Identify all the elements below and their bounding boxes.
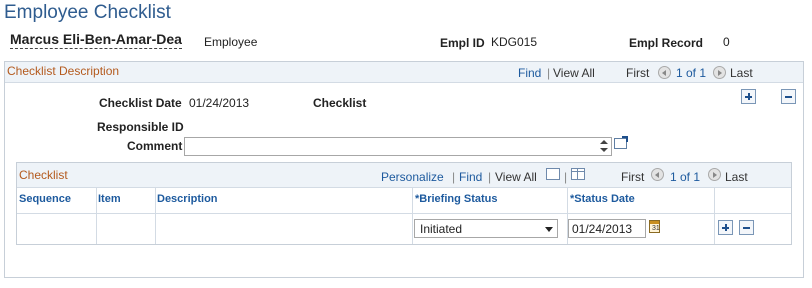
popout-icon[interactable] [546, 168, 560, 180]
column-header-briefing-status[interactable]: *Briefing Status [415, 193, 498, 205]
column-header-status-date[interactable]: *Status Date [570, 193, 635, 205]
checklist-grid: Checklist Personalize | Find | View All … [16, 162, 792, 245]
separator: | [488, 170, 492, 184]
grid-last-label[interactable]: Last [725, 170, 748, 184]
column-header-item[interactable]: Item [98, 193, 121, 205]
separator: | [547, 66, 551, 80]
page-title: Employee Checklist [4, 2, 171, 23]
grid-page-indicator: 1 of 1 [670, 170, 701, 184]
empl-record-label: Empl Record [629, 36, 704, 50]
column-header-row: Sequence Item Description *Briefing Stat… [17, 187, 791, 214]
add-grid-row-button[interactable] [718, 220, 733, 235]
personalize-link[interactable]: Personalize [381, 170, 444, 184]
group-header: Checklist Description Find | View All Fi… [5, 62, 803, 83]
grid-view-all-link[interactable]: View All [495, 170, 537, 184]
find-link[interactable]: Find [518, 66, 541, 80]
comment-scroll[interactable] [598, 138, 610, 155]
briefing-status-value: Initiated [420, 222, 463, 236]
delete-grid-row-button[interactable] [739, 220, 754, 235]
comment-label: Comment [127, 139, 183, 153]
add-row-button[interactable] [741, 89, 756, 104]
empl-record-value: 0 [723, 35, 730, 49]
group-caption: Checklist Description [7, 64, 120, 78]
minus-icon [785, 96, 792, 98]
popout-icon[interactable] [614, 136, 628, 149]
employee-name: Marcus Eli-Ben-Amar-Dea [10, 31, 182, 49]
first-label[interactable]: First [626, 66, 649, 80]
grid-caption: Checklist [19, 168, 68, 182]
grid-first-label[interactable]: First [621, 170, 644, 184]
minus-icon [743, 227, 750, 229]
prev-arrow-icon[interactable] [651, 168, 664, 181]
next-arrow-icon[interactable] [713, 66, 726, 79]
grid-header: Checklist Personalize | Find | View All … [17, 163, 791, 188]
delete-row-button[interactable] [781, 89, 796, 104]
chevron-down-icon [545, 227, 553, 232]
view-all-link[interactable]: View All [553, 66, 595, 80]
empl-id-value: KDG015 [491, 35, 538, 49]
status-date-input[interactable] [568, 219, 646, 238]
responsible-id-label: Responsible ID [97, 120, 184, 134]
checklist-label: Checklist [313, 96, 367, 110]
last-label[interactable]: Last [730, 66, 753, 80]
checklist-date-value: 01/24/2013 [189, 96, 250, 110]
employee-type: Employee [204, 35, 258, 49]
checklist-date-label: Checklist Date [99, 96, 182, 110]
prev-arrow-icon[interactable] [658, 66, 671, 79]
comment-field[interactable] [184, 137, 612, 156]
spreadsheet-icon[interactable] [571, 168, 585, 180]
column-header-sequence[interactable]: Sequence [19, 193, 71, 205]
briefing-status-select[interactable]: Initiated [414, 219, 558, 238]
empl-id-label: Empl ID [440, 36, 485, 50]
grid-find-link[interactable]: Find [459, 170, 482, 184]
column-header-description[interactable]: Description [157, 193, 218, 205]
separator: | [564, 170, 568, 184]
calendar-icon[interactable]: 31 [649, 220, 660, 233]
separator: | [452, 170, 456, 184]
page-indicator: 1 of 1 [676, 66, 707, 80]
next-arrow-icon[interactable] [708, 168, 721, 181]
